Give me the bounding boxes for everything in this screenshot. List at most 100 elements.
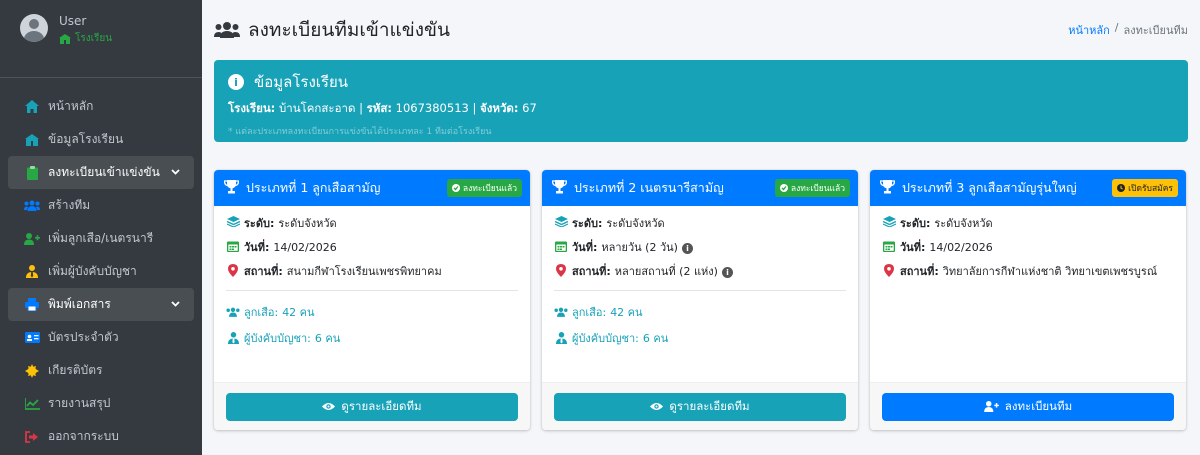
callout-title: i ข้อมูลโรงเรียน: [228, 70, 1174, 94]
date-row: วันที่: 14/02/2026: [882, 240, 1174, 256]
sidebar-item-home[interactable]: หน้าหลัก: [8, 90, 194, 123]
card-footer: ดูรายละเอียดทีม: [542, 382, 858, 430]
sidebar-item-id-card[interactable]: บัตรประจำตัว: [8, 321, 194, 354]
card-header: ประเภทที่ 3 ลูกเสือสามัญรุ่นใหญ่ เปิดรับส…: [870, 170, 1186, 206]
date-row: วันที่: หลายวัน (2 วัน) i: [554, 240, 846, 256]
user-panel[interactable]: User โรงเรียน: [0, 0, 202, 78]
sidebar-item-label: หน้าหลัก: [48, 99, 94, 113]
certificate-icon: [24, 363, 40, 379]
level-row: ระดับ: ระดับจังหวัด: [882, 216, 1174, 232]
sidebar-item-school[interactable]: ข้อมูลโรงเรียน: [8, 123, 194, 156]
chevron-down-icon: [171, 299, 180, 310]
map-pin-icon: [554, 263, 568, 277]
chevron-down-icon: [171, 167, 180, 178]
card-footer: ดูรายละเอียดทีม: [214, 382, 530, 430]
date-row: วันที่: 14/02/2026: [226, 240, 518, 256]
user-plus-icon: [983, 401, 999, 412]
venue-row: สถานที่: วิทยาลัยการกีฬาแห่งชาติ วิทยาเขต…: [882, 263, 1174, 280]
trophy-icon: [224, 180, 240, 196]
info-circle-icon[interactable]: i: [681, 243, 693, 255]
divider: [226, 289, 518, 291]
school-icon: [24, 132, 40, 148]
sidebar-item-label: เพิ่มลูกเสือ/เนตรนารี: [48, 231, 154, 245]
trophy-icon: [552, 180, 568, 196]
eye-icon: [650, 402, 664, 411]
view-team-button[interactable]: ดูรายละเอียดทีม: [226, 392, 518, 421]
breadcrumb: หน้าหลัก / ลงทะเบียนทีม: [1068, 21, 1188, 39]
competition-cards: ประเภทที่ 1 ลูกเสือสามัญ ลงทะเบียนแล้วระด…: [214, 170, 1188, 430]
user-tie-icon: [554, 331, 568, 344]
status-badge: ลงทะเบียนแล้ว: [446, 179, 522, 197]
sidebar-item-user-plus[interactable]: เพิ่มลูกเสือ/เนตรนารี: [8, 222, 194, 255]
school-info-callout: i ข้อมูลโรงเรียน โรงเรียน: บ้านโคกสะอาด …: [214, 60, 1188, 142]
card-body: ระดับ: ระดับจังหวัดวันที่: หลายวัน (2 วัน)…: [542, 206, 858, 365]
competition-card: ประเภทที่ 3 ลูกเสือสามัญรุ่นใหญ่ เปิดรับส…: [870, 170, 1186, 430]
sidebar-item-logout[interactable]: ออกจากระบบ: [8, 420, 194, 453]
users-icon: [214, 22, 240, 38]
logout-icon: [24, 429, 40, 445]
sidebar-item-chart[interactable]: รายงานสรุป: [8, 387, 194, 420]
sidebar-item-label: บัตรประจำตัว: [48, 330, 119, 344]
home-icon: [24, 99, 40, 115]
sidebar-item-label: พิมพ์เอกสาร: [48, 297, 111, 311]
page-title: ลงทะเบียนทีมเข้าแข่งขัน: [214, 15, 450, 45]
sidebar-item-print[interactable]: พิมพ์เอกสาร: [8, 288, 194, 321]
sidebar-item-label: เพิ่มผู้บังคับบัญชา: [48, 264, 137, 278]
user-role: โรงเรียน: [59, 31, 112, 46]
content-header: ลงทะเบียนทีมเข้าแข่งขัน หน้าหลัก / ลงทะเ…: [202, 0, 1200, 60]
breadcrumb-current: ลงทะเบียนทีม: [1123, 24, 1188, 37]
card-header: ประเภทที่ 1 ลูกเสือสามัญ ลงทะเบียนแล้ว: [214, 170, 530, 206]
check-circle-icon: [779, 184, 788, 192]
chart-icon: [24, 396, 40, 412]
user-name: User: [59, 14, 87, 28]
calendar-icon: [882, 240, 896, 252]
print-icon: [24, 297, 40, 313]
card-body: ระดับ: ระดับจังหวัดวันที่: 14/02/2026 สถานท…: [870, 206, 1186, 298]
scouts-count: ลูกเสือ: 42 คน: [226, 303, 518, 321]
users-icon: [554, 307, 568, 317]
sidebar-item-label: ออกจากระบบ: [48, 429, 119, 443]
school-details: โรงเรียน: บ้านโคกสะอาด | รหัส: 106738051…: [228, 101, 537, 115]
competition-card: ประเภทที่ 1 ลูกเสือสามัญ ลงทะเบียนแล้วระด…: [214, 170, 530, 430]
register-team-button[interactable]: ลงทะเบียนทีม: [882, 392, 1174, 421]
breadcrumb-home[interactable]: หน้าหลัก: [1068, 21, 1110, 39]
sidebar-item-label: ลงทะเบียนเข้าแข่งขัน: [48, 165, 160, 179]
sidebar-item-user-tie[interactable]: เพิ่มผู้บังคับบัญชา: [8, 255, 194, 288]
map-pin-icon: [226, 263, 240, 277]
competition-card: ประเภทที่ 2 เนตรนารีสามัญ ลงทะเบียนแล้ว ระ…: [542, 170, 858, 430]
sidebar-item-clipboard[interactable]: ลงทะเบียนเข้าแข่งขัน: [8, 156, 194, 189]
info-circle-icon[interactable]: i: [721, 267, 733, 279]
venue-row: สถานที่: สนามกีฬาโรงเรียนเพชรพิทยาคม: [226, 263, 518, 280]
calendar-icon: [554, 240, 568, 252]
main-content: ลงทะเบียนทีมเข้าแข่งขัน หน้าหลัก / ลงทะเ…: [202, 0, 1200, 455]
sidebar-item-certificate[interactable]: เกียรติบัตร: [8, 354, 194, 387]
leaders-count: ผู้บังคับบัญชา: 6 คน: [226, 329, 518, 347]
card-body: ระดับ: ระดับจังหวัดวันที่: 14/02/2026 สถานท…: [214, 206, 530, 365]
sidebar: User โรงเรียน หน้าหลักข้อมูลโรงเรียนลงทะ…: [0, 0, 202, 455]
users-icon: [226, 307, 240, 317]
trophy-icon: [880, 180, 896, 196]
user-tie-icon: [24, 264, 40, 280]
card-header: ประเภทที่ 2 เนตรนารีสามัญ ลงทะเบียนแล้ว: [542, 170, 858, 206]
users-icon: [24, 198, 40, 214]
breadcrumb-separator: /: [1114, 21, 1119, 34]
eye-icon: [322, 402, 336, 411]
status-badge: เปิดรับสมัคร: [1112, 179, 1178, 197]
avatar: [20, 14, 48, 42]
layers-icon: [554, 216, 568, 227]
card-title: ประเภทที่ 3 ลูกเสือสามัญรุ่นใหญ่: [902, 180, 1077, 195]
layers-icon: [882, 216, 896, 227]
level-row: ระดับ: ระดับจังหวัด: [226, 216, 518, 232]
map-pin-icon: [882, 263, 896, 277]
divider: [554, 289, 846, 291]
sidebar-item-label: เกียรติบัตร: [48, 363, 103, 377]
user-tie-icon: [226, 331, 240, 344]
sidebar-item-users[interactable]: สร้างทีม: [8, 189, 194, 222]
check-circle-icon: [451, 184, 460, 192]
view-team-button[interactable]: ดูรายละเอียดทีม: [554, 392, 846, 421]
callout-note: * แต่ละประเภทลงทะเบียนการแข่งขันได้ประเภ…: [228, 127, 492, 137]
id-card-icon: [24, 330, 40, 346]
card-title: ประเภทที่ 1 ลูกเสือสามัญ: [246, 180, 381, 195]
level-row: ระดับ: ระดับจังหวัด: [554, 216, 846, 232]
calendar-icon: [226, 240, 240, 252]
